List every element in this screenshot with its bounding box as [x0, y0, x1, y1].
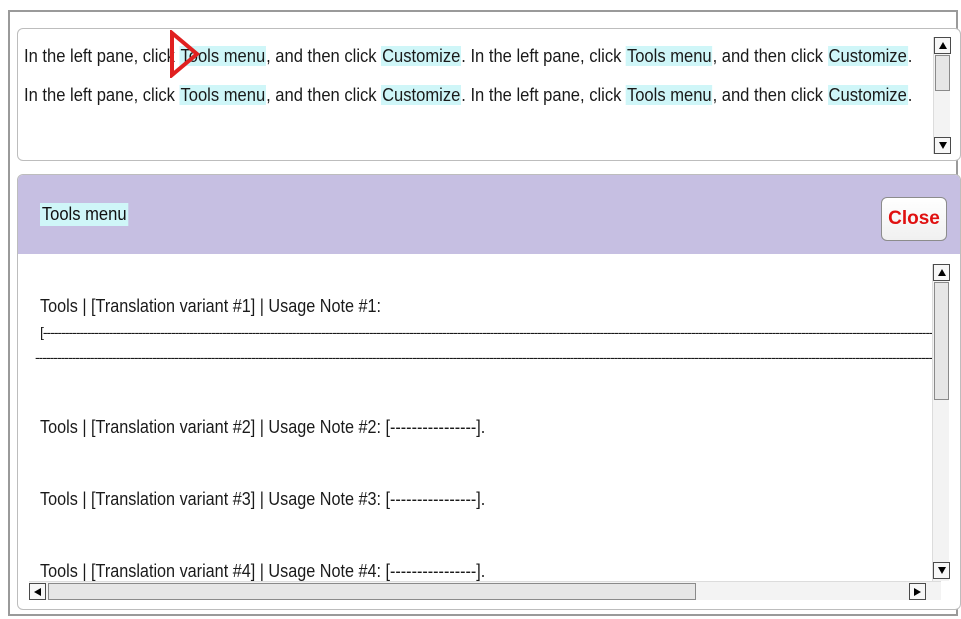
- instruction-text-segment: , and then click: [712, 46, 828, 66]
- arrow-down-icon: [937, 567, 946, 574]
- instruction-text-segment: . In the left pane, click: [461, 46, 627, 66]
- usage-note-1-dash-line: [---------------------------------------…: [40, 324, 942, 340]
- highlighted-term[interactable]: Tools menu: [626, 46, 713, 66]
- scroll-down-button[interactable]: [933, 562, 950, 579]
- highlighted-term[interactable]: Customize: [381, 85, 462, 105]
- instruction-text-segment: . In the left pane, click: [461, 85, 627, 105]
- scroll-up-button[interactable]: [933, 264, 950, 281]
- scroll-left-button[interactable]: [29, 583, 46, 600]
- usage-notes-list: Tools | [Translation variant #1] | Usage…: [18, 254, 942, 584]
- instruction-text: In the left pane, click Tools menu, and …: [24, 37, 930, 115]
- arrow-up-icon: [937, 269, 946, 276]
- scroll-thumb[interactable]: [935, 55, 950, 91]
- highlighted-term[interactable]: Customize: [827, 46, 908, 66]
- instruction-text-segment: , and then click: [266, 46, 382, 66]
- arrow-left-icon: [34, 587, 41, 596]
- horizontal-scroll-thumb[interactable]: [48, 583, 696, 600]
- usage-note-1: Tools | [Translation variant #1] | Usage…: [40, 296, 382, 316]
- panel-title: Tools menu: [40, 203, 129, 226]
- usage-note-1-dash-line: ----------------------------------------…: [35, 349, 942, 365]
- scroll-up-button[interactable]: [934, 37, 951, 54]
- highlighted-term[interactable]: Tools menu: [179, 85, 267, 105]
- red-triangle-pointer-icon: [170, 30, 200, 78]
- instruction-text-segment: , and then click: [712, 85, 828, 105]
- scroll-down-button[interactable]: [934, 137, 951, 154]
- highlighted-term[interactable]: Tools menu: [626, 85, 713, 105]
- instruction-text-segment: .: [907, 85, 913, 105]
- tools-menu-panel: Tools menu Close Tools | [Translation va…: [17, 174, 961, 610]
- instruction-vertical-scrollbar[interactable]: [933, 37, 951, 154]
- scroll-thumb[interactable]: [934, 282, 949, 400]
- usage-note-4: Tools | [Translation variant #4] | Usage…: [40, 561, 486, 581]
- highlighted-term[interactable]: Customize: [827, 85, 908, 105]
- usage-note-3: Tools | [Translation variant #3] | Usage…: [40, 489, 486, 509]
- arrow-up-icon: [938, 42, 947, 49]
- arrow-right-icon: [914, 587, 921, 596]
- highlighted-term[interactable]: Customize: [381, 46, 462, 66]
- instruction-text-segment: , and then click: [266, 85, 382, 105]
- arrow-down-icon: [938, 142, 947, 149]
- notes-horizontal-scrollbar[interactable]: [29, 581, 941, 600]
- usage-note-2: Tools | [Translation variant #2] | Usage…: [40, 417, 486, 437]
- instruction-text-segment: In the left pane, click: [24, 46, 180, 66]
- scroll-right-button[interactable]: [909, 583, 926, 600]
- close-button[interactable]: Close: [881, 197, 947, 241]
- instruction-text-panel: In the left pane, click Tools menu, and …: [17, 28, 961, 161]
- panel-header: Tools menu Close: [18, 175, 960, 254]
- notes-vertical-scrollbar[interactable]: [932, 264, 950, 581]
